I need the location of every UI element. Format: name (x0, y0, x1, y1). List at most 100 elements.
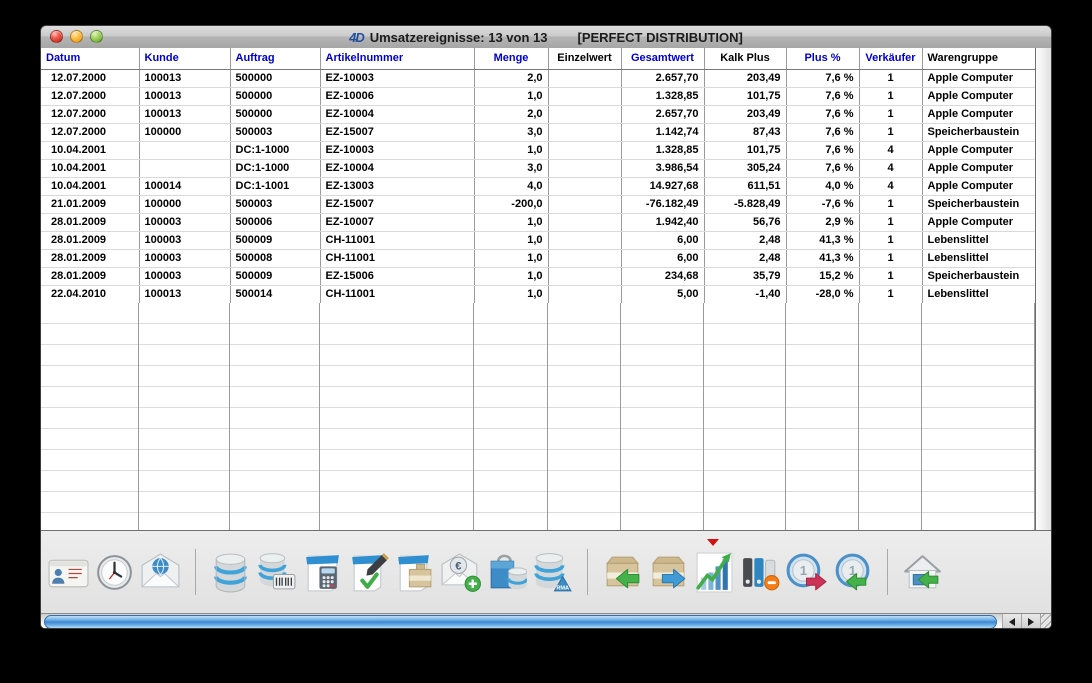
table-row[interactable]: 10.04.2001100014DC:1-1001EZ-130034,014.9… (41, 177, 1035, 195)
table-row[interactable]: 28.01.2009100003500009CH-110011,06,002,4… (41, 231, 1035, 249)
database-rma-button[interactable]: RMA (531, 548, 574, 596)
grid-line (858, 303, 859, 530)
table-cell: 7,6 % (786, 87, 859, 105)
table-cell: 2.657,70 (621, 105, 704, 123)
table-cell: 56,76 (704, 213, 786, 231)
table-cell: EZ-15007 (320, 123, 474, 141)
sales-chart-button[interactable] (693, 548, 736, 596)
table-cell: 1 (859, 249, 922, 267)
toolbar-separator (587, 549, 588, 595)
table-cell: 14.927,68 (621, 177, 704, 195)
table-cell: 500006 (230, 213, 320, 231)
table-cell (548, 195, 621, 213)
binders-remove-button[interactable] (739, 548, 782, 596)
table-cell: 500009 (230, 267, 320, 285)
table-cell (548, 141, 621, 159)
toolbar-group-flows: 1 1 (601, 548, 874, 596)
table-cell: 41,3 % (786, 249, 859, 267)
table-row[interactable]: 21.01.2009100000500003EZ-15007-200,0-76.… (41, 195, 1035, 213)
column-header[interactable]: Gesamtwert (621, 48, 704, 69)
table-cell: 500008 (230, 249, 320, 267)
table-cell (548, 267, 621, 285)
table-cell: 500009 (230, 231, 320, 249)
home-back-button[interactable] (901, 548, 944, 596)
table-cell: Speicherbaustein (922, 195, 1035, 213)
column-header[interactable]: Kunde (139, 48, 230, 69)
grid-line (229, 303, 230, 530)
table-cell: 100014 (139, 177, 230, 195)
column-header[interactable]: Auftrag (230, 48, 320, 69)
table-cell: 6,00 (621, 249, 704, 267)
table-cell: Apple Computer (922, 87, 1035, 105)
table-cell: 100003 (139, 249, 230, 267)
document-calculator-button[interactable] (301, 548, 344, 596)
table-row[interactable]: 12.07.2000100013500000EZ-100042,02.657,7… (41, 105, 1035, 123)
grid-line (138, 303, 139, 530)
table-cell: 3,0 (474, 123, 548, 141)
table-cell: Apple Computer (922, 213, 1035, 231)
column-header[interactable]: Einzelwert (548, 48, 621, 69)
table-cell: 100013 (139, 87, 230, 105)
table-row[interactable]: 28.01.2009100003500008CH-110011,06,002,4… (41, 249, 1035, 267)
table-header-row: DatumKundeAuftragArtikelnummerMengeEinze… (41, 48, 1035, 69)
contact-card-button[interactable] (47, 548, 90, 596)
document-pen-button[interactable] (347, 548, 390, 596)
column-header[interactable]: Menge (474, 48, 548, 69)
grid-line (547, 303, 548, 530)
document-package-button[interactable] (393, 548, 436, 596)
table-row[interactable]: 28.01.2009100003500009EZ-150061,0234,683… (41, 267, 1035, 285)
table-cell: CH-11001 (320, 249, 474, 267)
table-row[interactable]: 10.04.2001DC:1-1000EZ-100031,01.328,8510… (41, 141, 1035, 159)
column-header[interactable]: Kalk Plus (704, 48, 786, 69)
table-row[interactable]: 12.07.2000100000500003EZ-150073,01.142,7… (41, 123, 1035, 141)
shopping-bag-database-button[interactable] (485, 548, 528, 596)
column-header[interactable]: Artikelnummer (320, 48, 474, 69)
table-cell: 500000 (230, 69, 320, 87)
bottom-toolbar: € (41, 531, 1052, 613)
table-cell (139, 141, 230, 159)
table-cell: EZ-10006 (320, 87, 474, 105)
document-calculator-icon (302, 550, 343, 595)
column-header[interactable]: Plus % (786, 48, 859, 69)
horizontal-scrollbar (41, 613, 1052, 629)
table-cell: 100003 (139, 267, 230, 285)
table-row[interactable]: 10.04.2001DC:1-1000EZ-100043,03.986,5430… (41, 159, 1035, 177)
column-header[interactable]: Verkäufer (859, 48, 922, 69)
package-in-button[interactable] (601, 548, 644, 596)
table-cell: 4 (859, 141, 922, 159)
table-cell: -76.182,49 (621, 195, 704, 213)
clock-button[interactable] (93, 548, 136, 596)
table-cell: 2,0 (474, 105, 548, 123)
shopping-bag-database-icon (486, 550, 527, 595)
table-cell: 4,0 (474, 177, 548, 195)
table-cell (548, 285, 621, 303)
table-cell: 1,0 (474, 249, 548, 267)
envelope-euro-add-icon: € (440, 550, 481, 595)
scroll-left-button[interactable] (1003, 614, 1022, 629)
currency-out-button[interactable]: 1 (785, 548, 828, 596)
table-row[interactable]: 12.07.2000100013500000EZ-100032,02.657,7… (41, 69, 1035, 87)
column-header[interactable]: Warengruppe (922, 48, 1035, 69)
resize-grip-icon[interactable] (1041, 614, 1052, 629)
table-row[interactable]: 12.07.2000100013500000EZ-100061,01.328,8… (41, 87, 1035, 105)
package-out-button[interactable] (647, 548, 690, 596)
window-title: Umsatzereignisse: 13 von 13 (370, 30, 548, 45)
database-barcode-button[interactable] (255, 548, 298, 596)
currency-in-button[interactable]: 1 (831, 548, 874, 596)
table-row[interactable]: 28.01.2009100003500006EZ-100071,01.942,4… (41, 213, 1035, 231)
column-header[interactable]: Datum (41, 48, 139, 69)
mail-globe-button[interactable] (139, 548, 182, 596)
grid-line (473, 303, 474, 530)
horizontal-scrollbar-track[interactable] (41, 614, 1003, 629)
database-button[interactable] (209, 548, 252, 596)
table-row[interactable]: 22.04.2010100013500014CH-110011,05,00-1,… (41, 285, 1035, 303)
envelope-euro-button[interactable]: € (439, 548, 482, 596)
scroll-right-button[interactable] (1022, 614, 1041, 629)
table-cell: 100000 (139, 195, 230, 213)
horizontal-scrollbar-thumb[interactable] (44, 615, 997, 629)
table-cell: 28.01.2009 (41, 249, 139, 267)
contact-card-icon (48, 550, 89, 595)
table-cell: 1,0 (474, 213, 548, 231)
window-titlebar[interactable]: 4D Umsatzereignisse: 13 von 13 [PERFECT … (41, 26, 1051, 49)
vertical-scrollbar-track[interactable] (1035, 48, 1050, 530)
